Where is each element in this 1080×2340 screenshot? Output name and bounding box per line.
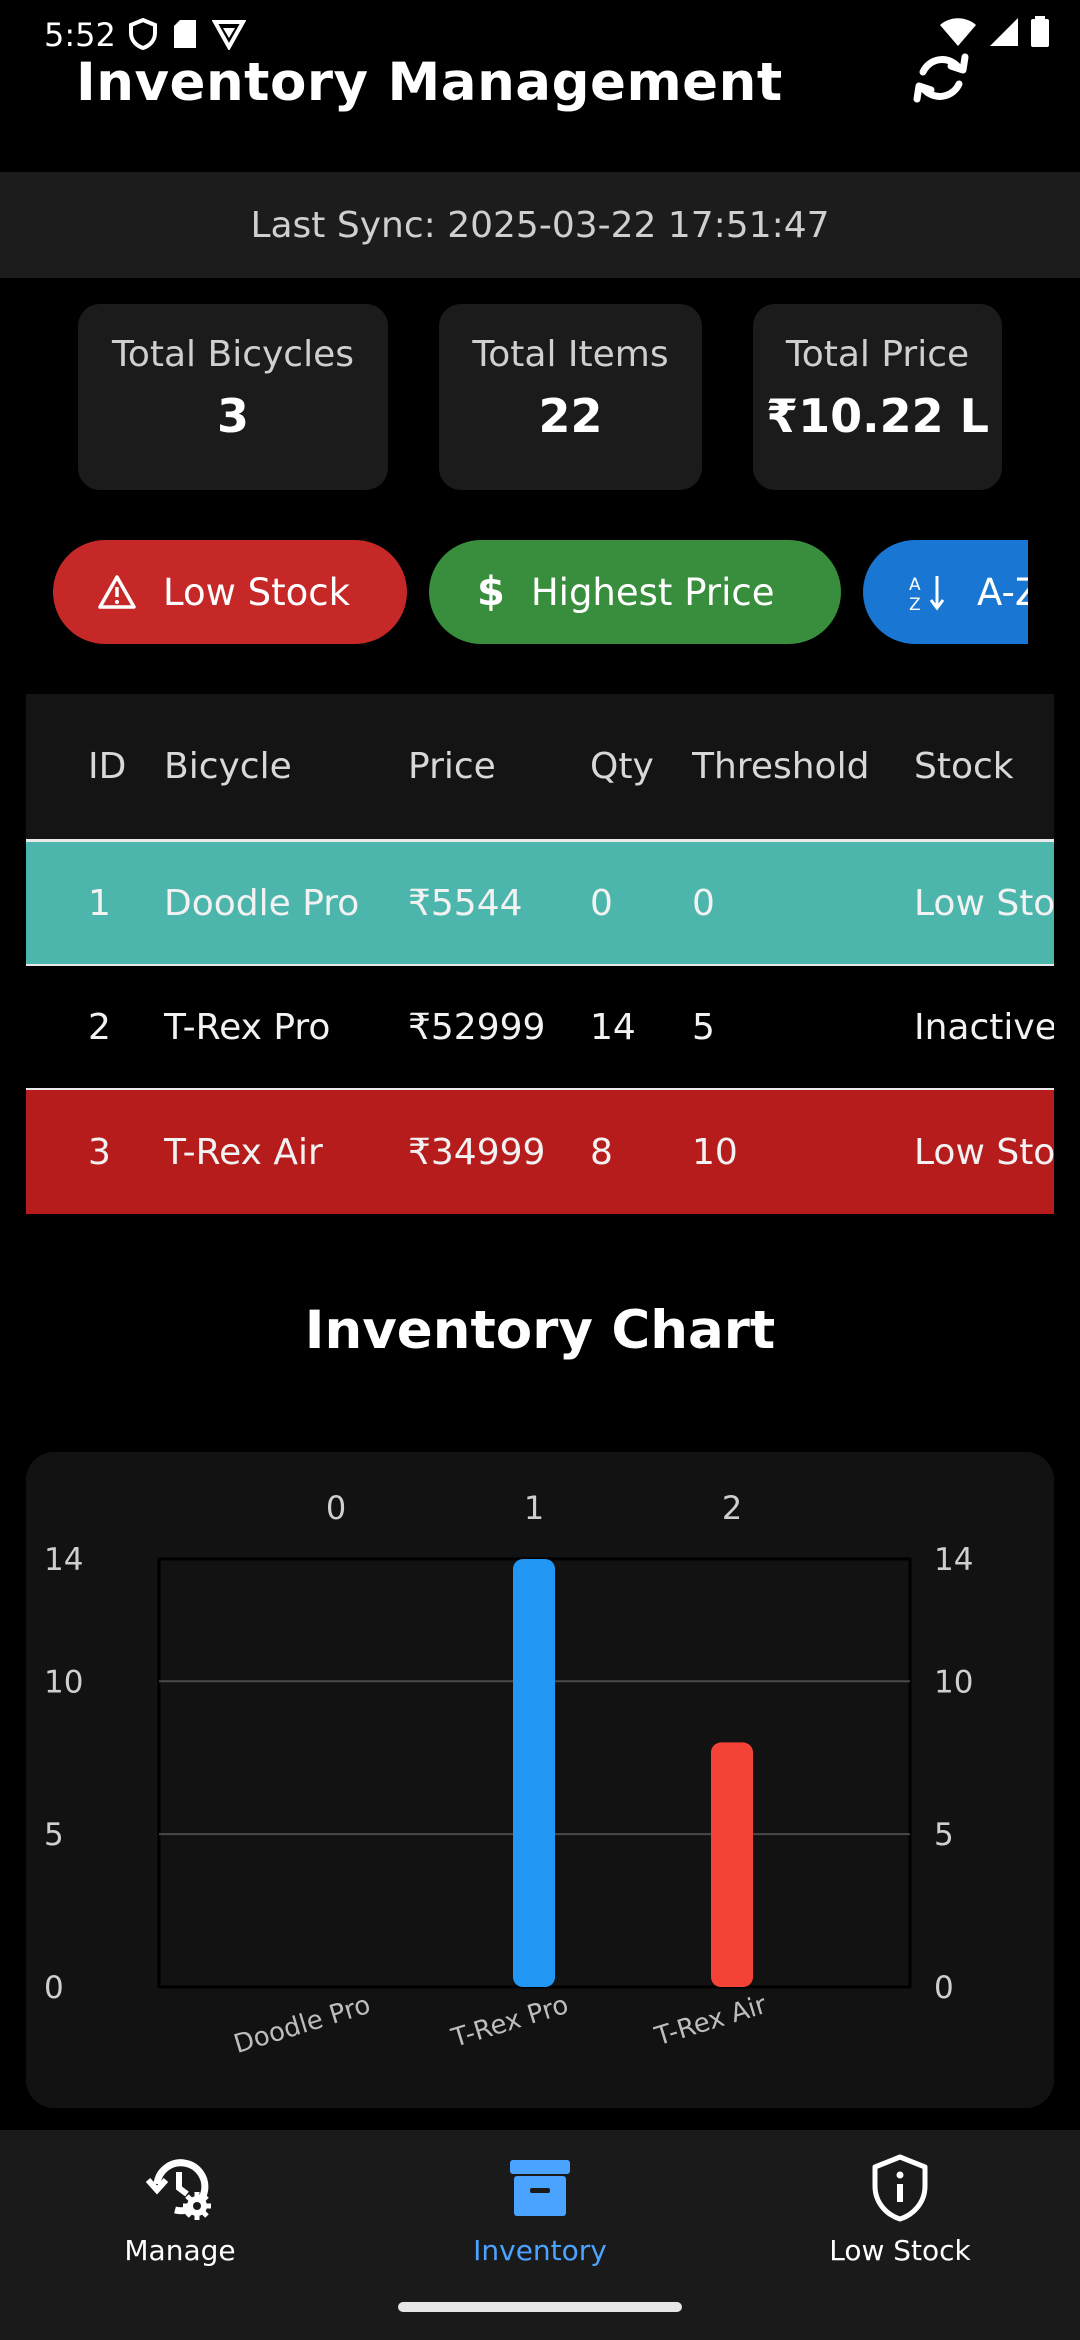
svg-text:Z: Z	[909, 595, 921, 612]
chart-title: Inventory Chart	[304, 1300, 776, 1361]
last-sync-text: Last Sync: 2025-03-22 17:51:47	[250, 204, 830, 246]
x-category-label: Doodle Pro	[230, 1990, 374, 2060]
cell-bicycle: Doodle Pro	[164, 882, 360, 924]
x-category-label: T-Rex Air	[651, 1990, 771, 2053]
nav-label-manage: Manage	[124, 2234, 236, 2267]
stat-label: Total Bicycles	[111, 334, 354, 375]
cell-qty: 0	[590, 882, 613, 924]
column-header-bicycle[interactable]: Bicycle	[164, 746, 408, 787]
cell-price: ₹34999	[408, 1131, 546, 1173]
app-header: Inventory Management	[0, 40, 1080, 170]
cell-qty: 8	[590, 1131, 613, 1173]
az-sort-label: A-Z	[977, 570, 1028, 614]
bar	[711, 1742, 753, 1987]
cell-stock: Low Sto	[914, 1131, 1054, 1173]
nav-label-inventory: Inventory	[473, 2234, 607, 2267]
x-category-label: T-Rex Pro	[447, 1990, 572, 2054]
y-tick-label-right: 14	[934, 1542, 973, 1578]
x-top-tick-label: 2	[722, 1489, 742, 1527]
cell-stock: Inactive	[914, 1006, 1054, 1048]
y-tick-label-left: 5	[44, 1817, 64, 1853]
table-header-row: ID Bicycle Price Qty Threshold Stock	[26, 694, 1054, 842]
column-header-stock[interactable]: Stock	[914, 746, 1054, 787]
highest-price-filter-button[interactable]: $ Highest Price	[429, 540, 841, 644]
cell-bicycle: T-Rex Pro	[164, 1006, 331, 1048]
y-tick-label-left: 0	[44, 1970, 64, 2006]
cell-bicycle: T-Rex Air	[164, 1131, 323, 1173]
cell-price: ₹52999	[408, 1006, 546, 1048]
bar	[513, 1559, 555, 1987]
y-tick-label-right: 10	[934, 1664, 973, 1700]
svg-text:A: A	[909, 575, 921, 595]
low-stock-filter-label: Low Stock	[163, 570, 351, 614]
stat-card-total-price: Total Price ₹10.22 L	[753, 304, 1002, 490]
cell-id: 1	[88, 882, 111, 924]
cell-id: 2	[88, 1006, 111, 1048]
inventory-bar-chart: 0 0 5 5 10 10 14 14 0 Doodle Pro 1 T-Rex Pro 2 T-Rex …	[44, 1489, 973, 2060]
cell-threshold: 0	[692, 882, 715, 924]
filter-bar[interactable]: Low Stock $ Highest Price AZ A-Z	[0, 540, 1028, 646]
table-row[interactable]: 3 T-Rex Air ₹34999 8 10 Low Sto	[26, 1090, 1054, 1214]
inventory-table: ID Bicycle Price Qty Threshold Stock 1 D…	[26, 694, 1054, 1214]
column-header-price[interactable]: Price	[408, 746, 590, 787]
cell-id: 3	[88, 1131, 111, 1173]
cell-threshold: 5	[692, 1006, 715, 1048]
nav-item-low-stock[interactable]: Low Stock	[780, 2150, 1020, 2267]
y-tick-label-left: 14	[44, 1542, 83, 1578]
cell-threshold: 10	[692, 1131, 738, 1173]
nav-label-low-stock: Low Stock	[829, 2234, 971, 2267]
manage-history-icon	[60, 2150, 300, 2226]
nav-item-manage[interactable]: Manage	[60, 2150, 300, 2267]
sync-button[interactable]	[910, 40, 972, 120]
dollar-icon: $	[477, 569, 505, 615]
table-row[interactable]: 1 Doodle Pro ₹5544 0 0 Low Sto	[26, 842, 1054, 966]
page-title: Inventory Management	[76, 52, 783, 113]
low-stock-filter-button[interactable]: Low Stock	[53, 540, 407, 644]
home-indicator[interactable]	[398, 2302, 682, 2312]
sync-icon	[911, 46, 971, 114]
cell-price: ₹5544	[408, 882, 523, 924]
stat-label: Total Items	[472, 334, 669, 375]
column-header-threshold[interactable]: Threshold	[692, 746, 914, 787]
stat-value: 3	[216, 389, 249, 443]
inventory-box-icon	[420, 2150, 660, 2226]
stat-value: ₹10.22 L	[766, 389, 989, 443]
az-sort-button[interactable]: AZ A-Z	[863, 540, 1028, 644]
column-header-qty[interactable]: Qty	[590, 746, 692, 787]
stat-label: Total Price	[785, 334, 970, 375]
shield-info-icon	[780, 2150, 1020, 2226]
column-header-id[interactable]: ID	[26, 746, 164, 787]
nav-item-inventory[interactable]: Inventory	[420, 2150, 660, 2267]
stat-card-total-items: Total Items 22	[439, 304, 702, 490]
y-tick-label-right: 5	[934, 1817, 954, 1853]
sort-az-icon: AZ	[907, 572, 951, 612]
highest-price-filter-label: Highest Price	[530, 570, 775, 614]
inventory-chart-card: 0 0 5 5 10 10 14 14 0 Doodle Pro 1 T-Rex Pro 2 T-Rex …	[26, 1452, 1054, 2108]
warning-icon	[97, 574, 137, 610]
stat-value: 22	[538, 389, 603, 443]
stat-card-total-bicycles: Total Bicycles 3	[78, 304, 388, 490]
cell-stock: Low Sto	[914, 882, 1054, 924]
last-sync-banner: Last Sync: 2025-03-22 17:51:47	[0, 172, 1080, 278]
x-top-tick-label: 1	[524, 1489, 544, 1527]
y-tick-label-right: 0	[934, 1970, 954, 2006]
x-top-tick-label: 0	[326, 1489, 346, 1527]
cell-qty: 14	[590, 1006, 636, 1048]
table-row[interactable]: 2 T-Rex Pro ₹52999 14 5 Inactive	[26, 966, 1054, 1090]
y-tick-label-left: 10	[44, 1664, 83, 1700]
